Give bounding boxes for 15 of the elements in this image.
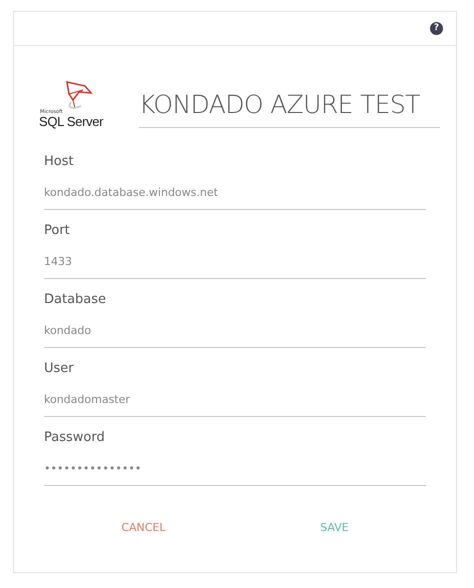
field-label: User [44,360,75,378]
input-field[interactable]: ••••••••••••••• [44,452,426,486]
field-label: Host [44,153,75,172]
save-button[interactable]: SAVE [308,516,361,540]
field-label: Database [44,291,108,310]
cancel-button[interactable]: CANCEL [109,516,178,540]
field-label: Password [44,429,106,448]
help-icon[interactable]: ? [430,22,443,35]
logo-product-text: SQL Server [39,115,104,128]
title-field[interactable]: KONDADO AZURE TEST [139,86,440,128]
input-field[interactable]: kondado.database.windows.net [44,176,426,210]
input-field[interactable]: kondado [44,314,426,348]
field-label: Port [44,222,71,240]
input-field[interactable]: kondadomaster [44,383,426,417]
input-field[interactable]: 1433 [44,245,426,279]
